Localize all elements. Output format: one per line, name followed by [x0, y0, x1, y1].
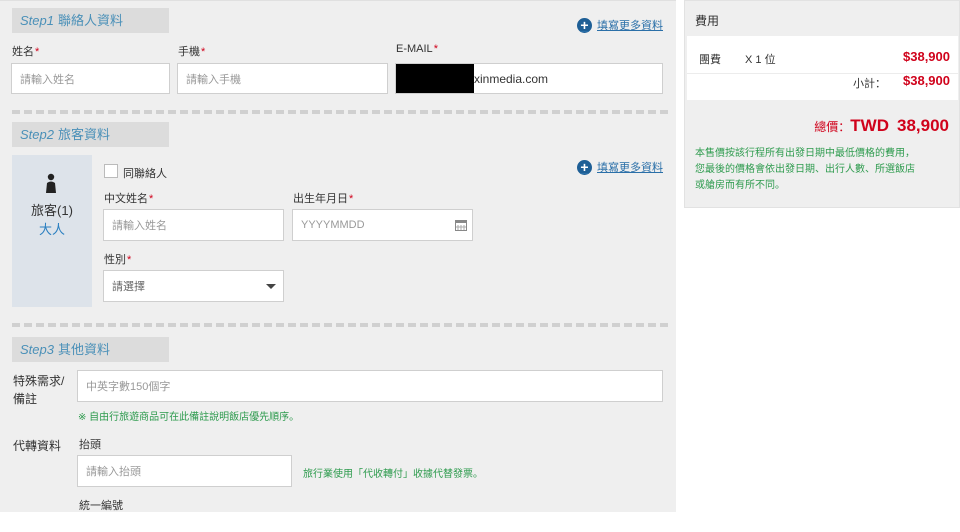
- phone-label: 手機*: [178, 46, 206, 58]
- item-quantity: X 1 位: [745, 54, 776, 66]
- proxy-data-label: 代轉資料: [13, 439, 62, 453]
- gender-select[interactable]: 請選擇: [103, 270, 284, 302]
- caret-down-icon: [266, 284, 276, 289]
- checkbox-icon[interactable]: [104, 164, 118, 178]
- email-value: xinmedia.com: [474, 71, 549, 86]
- step2-number: Step2: [20, 127, 54, 142]
- tax-id-label: 統一編號: [79, 500, 123, 512]
- traveler-card: 旅客(1) 大人: [12, 155, 92, 307]
- step1-more-link-label: 填寫更多資料: [597, 20, 663, 32]
- summary-items-box: 團費 X 1 位 $38,900 小計： $38,900: [687, 36, 958, 100]
- chinese-name-input[interactable]: 請輸入姓名: [103, 209, 284, 241]
- section-divider-2: [12, 323, 668, 327]
- step3-number: Step3: [20, 342, 54, 357]
- item-price: $38,900: [903, 49, 950, 64]
- item-name: 團費: [699, 54, 721, 66]
- step2-more-link[interactable]: + 填寫更多資料: [577, 159, 663, 175]
- phone-input[interactable]: 請輸入手機: [177, 63, 388, 94]
- step2-title: 旅客資料: [57, 127, 110, 142]
- step3-header: Step3 其他資料: [12, 337, 169, 362]
- step2-header: Step2 旅客資料: [12, 122, 169, 147]
- step1-more-link[interactable]: + 填寫更多資料: [577, 17, 663, 33]
- same-as-contact-label: 同聯絡人: [123, 168, 167, 180]
- birth-date-input[interactable]: YYYYMMDD: [292, 209, 473, 241]
- total-currency: TWD: [850, 116, 889, 135]
- step1-title: 聯絡人資料: [57, 13, 123, 28]
- birth-date-label: 出生年月日*: [293, 193, 354, 205]
- calendar-icon[interactable]: [455, 219, 467, 231]
- step1-header: Step1 聯絡人資料: [12, 8, 169, 33]
- name-label: 姓名*: [12, 46, 40, 58]
- subtotal-label: 小計：: [853, 78, 886, 90]
- invoice-header-input[interactable]: 請輸入抬頭: [77, 455, 292, 487]
- chinese-name-label: 中文姓名*: [104, 193, 154, 205]
- total-value: 38,900: [897, 116, 949, 135]
- traveler-type: 大人: [38, 222, 65, 237]
- plus-circle-icon: +: [577, 17, 592, 33]
- special-request-note: ※ 自由行旅遊商品可在此備註說明飯店優先順序。: [78, 412, 300, 423]
- name-input[interactable]: 請輸入姓名: [11, 63, 170, 94]
- agency-receipt-note: 旅行業使用「代收轉付」收據代替發票。: [303, 469, 483, 480]
- price-summary-panel: 費用 團費 X 1 位 $38,900 小計： $38,900 總價： TWD …: [684, 0, 960, 208]
- section-divider-1: [12, 110, 668, 114]
- price-disclaimer: 本售價按該行程所有出發日期中最低價格的費用， 您最後的價格會依出發日期、出行人數…: [695, 148, 915, 191]
- gender-selected: 請選擇: [112, 281, 145, 293]
- redacted-block: [396, 64, 474, 93]
- special-request-input[interactable]: 中英字數150個字: [77, 370, 663, 402]
- total-row: 總價： TWD 38,900: [814, 116, 949, 136]
- subtotal-value: $38,900: [903, 73, 950, 88]
- email-label: E-MAIL*: [396, 43, 438, 55]
- birth-date-placeholder: YYYYMMDD: [301, 219, 365, 231]
- email-input[interactable]: xinmedia.com: [395, 63, 663, 94]
- step1-number: Step1: [20, 13, 54, 28]
- step3-title: 其他資料: [57, 342, 110, 357]
- summary-title: 費用: [695, 14, 720, 28]
- gender-label: 性別*: [104, 254, 132, 266]
- person-icon: [46, 173, 56, 193]
- step2-more-link-label: 填寫更多資料: [597, 162, 663, 174]
- traveler-title: 旅客(1): [31, 203, 73, 218]
- special-request-label: 特殊需求/ 備註: [13, 374, 65, 406]
- invoice-header-label: 抬頭: [79, 439, 101, 451]
- total-label: 總價：: [814, 120, 851, 134]
- plus-circle-icon: +: [577, 159, 592, 175]
